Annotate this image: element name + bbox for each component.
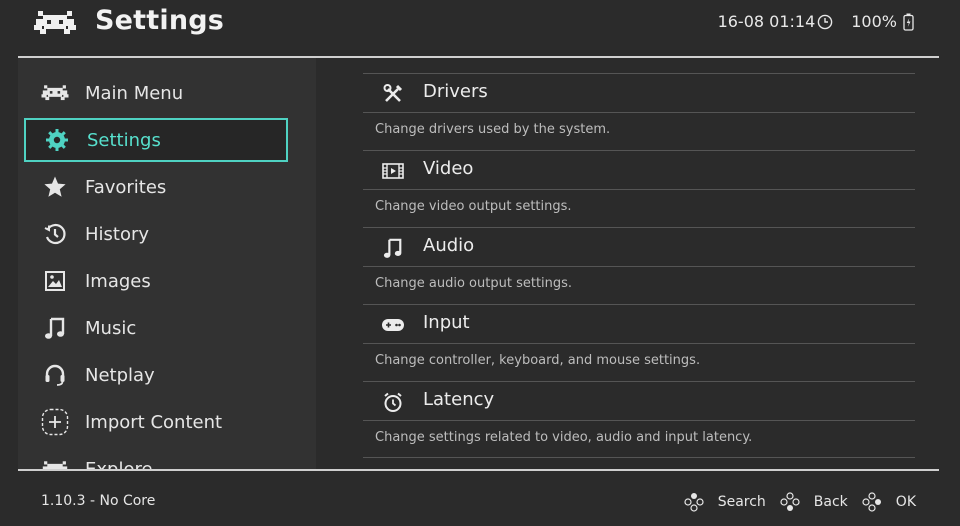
- setting-description: Change video output settings.: [375, 199, 572, 214]
- divider: [363, 420, 915, 421]
- music-icon: [38, 315, 72, 341]
- settings-list: Drivers Change drivers used by the syste…: [363, 58, 915, 469]
- face-buttons-icon: [862, 492, 881, 512]
- divider: [363, 457, 915, 458]
- setting-label: Video: [423, 158, 474, 179]
- face-buttons-icon: [684, 493, 704, 512]
- image-icon: [38, 268, 72, 294]
- sidebar-item-favorites[interactable]: Favorites: [24, 165, 288, 209]
- sidebar-item-label: History: [85, 223, 150, 245]
- gamepad-icon: [381, 314, 405, 336]
- sidebar-item-label: Settings: [87, 129, 161, 151]
- sidebar: Main Menu Settings Favorites History Ima…: [18, 58, 316, 469]
- setting-description: Change settings related to video, audio …: [375, 430, 753, 445]
- sidebar-item-label: Import Content: [85, 411, 223, 433]
- version-label: 1.10.3 - No Core: [41, 493, 156, 509]
- sidebar-item-label: Music: [85, 317, 137, 339]
- sidebar-item-label: Favorites: [85, 176, 167, 198]
- retroarch-icon: [38, 80, 72, 106]
- datetime: 16-08 01:14: [717, 12, 816, 31]
- divider: [363, 266, 915, 267]
- sidebar-item-label: Explore: [85, 458, 153, 470]
- setting-description: Change drivers used by the system.: [375, 122, 611, 137]
- footer-actions: Search Back OK: [670, 492, 916, 512]
- setting-video[interactable]: Video: [363, 151, 915, 189]
- divider: [363, 343, 915, 344]
- divider: [363, 189, 915, 190]
- search-label: Search: [717, 494, 766, 510]
- setting-label: Drivers: [423, 81, 488, 102]
- setting-latency[interactable]: Latency: [363, 382, 915, 420]
- star-icon: [38, 174, 72, 200]
- sidebar-item-explore[interactable]: Explore: [24, 447, 288, 469]
- sidebar-item-images[interactable]: Images: [24, 259, 288, 303]
- stopwatch-icon: [381, 391, 405, 413]
- ok-button[interactable]: OK: [862, 492, 916, 512]
- retroarch-logo-icon: [34, 11, 76, 34]
- headset-icon: [38, 362, 72, 388]
- header: Settings 16-08 01:14 100%: [0, 0, 960, 56]
- sidebar-item-history[interactable]: History: [24, 212, 288, 256]
- gear-icon: [40, 127, 74, 153]
- sidebar-item-main-menu[interactable]: Main Menu: [24, 71, 288, 115]
- setting-description: Change controller, keyboard, and mouse s…: [375, 353, 701, 368]
- page-title: Settings: [95, 5, 225, 36]
- ok-label: OK: [895, 494, 916, 510]
- plus-icon: [38, 408, 72, 436]
- setting-audio[interactable]: Audio: [363, 228, 915, 266]
- setting-input[interactable]: Input: [363, 305, 915, 343]
- face-buttons-icon: [780, 492, 800, 511]
- sidebar-item-import-content[interactable]: Import Content: [24, 400, 288, 444]
- sidebar-item-music[interactable]: Music: [24, 306, 288, 350]
- back-label: Back: [813, 494, 848, 510]
- film-icon: [381, 160, 405, 182]
- back-button[interactable]: Back: [780, 492, 848, 512]
- setting-description: Change audio output settings.: [375, 276, 573, 291]
- setting-label: Latency: [423, 389, 495, 410]
- sidebar-item-label: Images: [85, 270, 151, 292]
- tools-icon: [381, 83, 405, 105]
- setting-label: Audio: [423, 235, 475, 256]
- battery-level: 100%: [851, 12, 897, 31]
- footer-divider: [18, 469, 939, 471]
- history-icon: [38, 221, 72, 247]
- setting-label: Input: [423, 312, 470, 333]
- retroarch-icon: [38, 456, 72, 469]
- sidebar-item-label: Netplay: [85, 364, 155, 386]
- music-icon: [381, 237, 405, 259]
- sidebar-item-label: Main Menu: [85, 82, 184, 104]
- search-button[interactable]: Search: [684, 492, 766, 512]
- setting-drivers[interactable]: Drivers: [363, 74, 915, 112]
- clock-icon: [817, 14, 833, 29]
- sidebar-item-settings[interactable]: Settings: [24, 118, 288, 162]
- sidebar-item-netplay[interactable]: Netplay: [24, 353, 288, 397]
- divider: [363, 112, 915, 113]
- battery-icon: [903, 13, 914, 31]
- status-area: 16-08 01:14 100%: [718, 12, 914, 31]
